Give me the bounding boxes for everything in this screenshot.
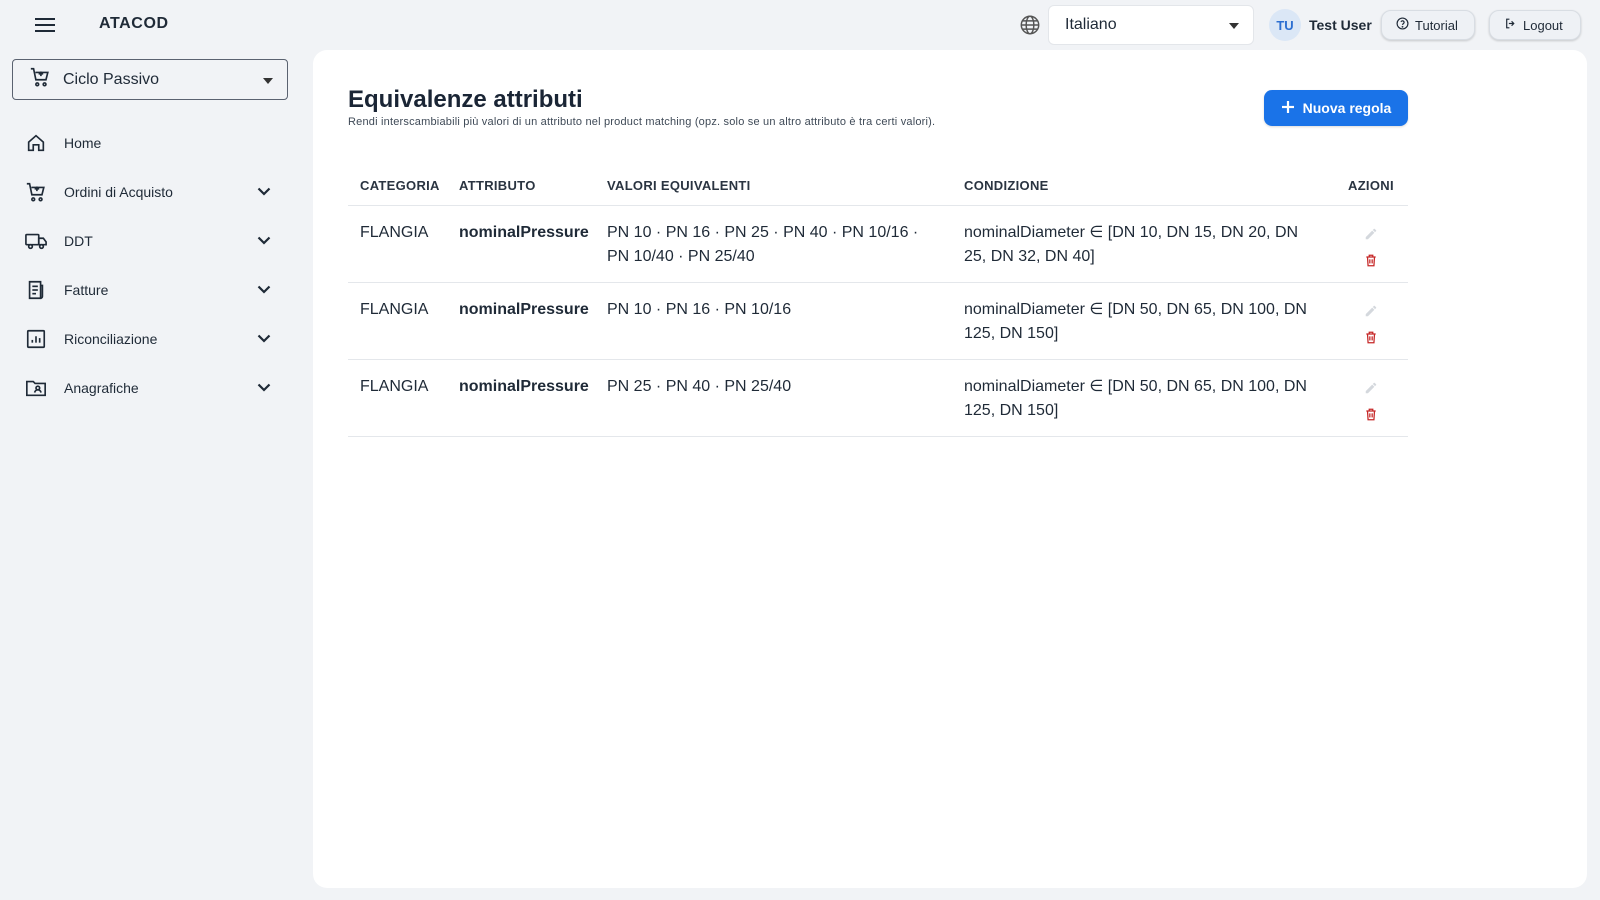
page-title: Equivalenze attributi bbox=[348, 86, 583, 113]
sidebar-item-label: Riconciliazione bbox=[64, 330, 158, 347]
chevron-down-icon[interactable] bbox=[255, 183, 273, 201]
cell-condition: nominalDiameter ∈ [DN 10, DN 15, DN 20, … bbox=[964, 224, 1299, 265]
help-circle-icon bbox=[1396, 17, 1409, 33]
chart-icon bbox=[24, 327, 48, 351]
page-subtitle: Rendi interscambiabili più valori di un … bbox=[348, 116, 936, 128]
dropdown-caret-icon bbox=[263, 78, 273, 84]
cell-condition: nominalDiameter ∈ [DN 50, DN 65, DN 100,… bbox=[964, 378, 1307, 419]
plus-icon bbox=[1281, 100, 1295, 117]
column-header-category: CATEGORIA bbox=[360, 178, 440, 193]
cell-attribute: nominalPressure bbox=[459, 224, 589, 241]
new-rule-label: Nuova regola bbox=[1302, 100, 1392, 116]
cell-values: PN 10 · PN 16 · PN 10/16 bbox=[607, 301, 792, 318]
edit-pencil-icon[interactable] bbox=[1362, 225, 1380, 243]
sidebar-item-home[interactable]: Home bbox=[0, 118, 300, 167]
logout-label: Logout bbox=[1523, 17, 1563, 33]
language-select-value: Italiano bbox=[1065, 16, 1117, 33]
cell-attribute: nominalPressure bbox=[459, 301, 589, 318]
sidebar-item-ordini-di-acquisto[interactable]: Ordini di Acquisto bbox=[0, 167, 300, 216]
delete-trash-icon[interactable] bbox=[1362, 328, 1380, 346]
cell-values: PN 10 · PN 16 · PN 25 · PN 40 · PN 10/16… bbox=[607, 224, 919, 265]
avatar[interactable]: TU bbox=[1269, 9, 1301, 41]
cell-values: PN 25 · PN 40 · PN 25/40 bbox=[607, 378, 792, 395]
cart-icon bbox=[24, 180, 48, 204]
app-title: ATACOD bbox=[99, 15, 169, 32]
receipt-icon bbox=[24, 278, 48, 302]
chevron-down-icon[interactable] bbox=[255, 281, 273, 299]
column-header-actions: AZIONI bbox=[1348, 178, 1394, 193]
chevron-down-icon[interactable] bbox=[255, 379, 273, 397]
cell-attribute: nominalPressure bbox=[459, 378, 589, 395]
delete-trash-icon[interactable] bbox=[1362, 251, 1380, 269]
edit-pencil-icon[interactable] bbox=[1362, 302, 1380, 320]
column-header-condition: CONDIZIONE bbox=[964, 178, 1049, 193]
home-icon bbox=[24, 131, 48, 155]
table-header: CATEGORIA ATTRIBUTO VALORI EQUIVALENTI C… bbox=[348, 166, 1408, 206]
edit-pencil-icon[interactable] bbox=[1362, 379, 1380, 397]
module-select[interactable]: Ciclo Passivo bbox=[12, 59, 288, 100]
new-rule-button[interactable]: Nuova regola bbox=[1264, 90, 1408, 126]
chevron-down-icon[interactable] bbox=[255, 330, 273, 348]
sidebar-item-label: Home bbox=[64, 134, 102, 151]
delete-trash-icon[interactable] bbox=[1362, 405, 1380, 423]
column-header-attribute: ATTRIBUTO bbox=[459, 178, 536, 193]
module-select-value: Ciclo Passivo bbox=[63, 70, 160, 88]
contact-folder-icon bbox=[24, 376, 48, 400]
sidebar-item-label: Ordini di Acquisto bbox=[64, 183, 173, 200]
sidebar-item-label: Anagrafiche bbox=[64, 379, 139, 396]
column-header-values: VALORI EQUIVALENTI bbox=[607, 178, 751, 193]
sidebar-item-riconciliazione[interactable]: Riconciliazione bbox=[0, 314, 300, 363]
logout-button[interactable]: Logout bbox=[1489, 10, 1581, 40]
tutorial-button[interactable]: Tutorial bbox=[1381, 10, 1475, 40]
user-name: Test User bbox=[1309, 17, 1372, 33]
sidebar-item-anagrafiche[interactable]: Anagrafiche bbox=[0, 363, 300, 412]
cell-condition: nominalDiameter ∈ [DN 50, DN 65, DN 100,… bbox=[964, 301, 1307, 342]
sidebar-item-ddt[interactable]: DDT bbox=[0, 216, 300, 265]
main-card: Equivalenze attributi Rendi interscambia… bbox=[313, 50, 1587, 888]
top-bar: ATACOD Italiano TU Test User Tutorial Lo… bbox=[0, 0, 1600, 50]
table-row: FLANGIA nominalPressure PN 10 · PN 16 · … bbox=[348, 206, 1408, 283]
chevron-down-icon[interactable] bbox=[255, 232, 273, 250]
logout-icon bbox=[1504, 17, 1517, 33]
cell-category: FLANGIA bbox=[360, 224, 429, 241]
globe-icon bbox=[1019, 14, 1041, 36]
table-row: FLANGIA nominalPressure PN 10 · PN 16 · … bbox=[348, 283, 1408, 360]
dropdown-caret-icon bbox=[1229, 23, 1239, 29]
language-select[interactable]: Italiano bbox=[1048, 5, 1254, 45]
sidebar-item-fatture[interactable]: Fatture bbox=[0, 265, 300, 314]
cart-icon bbox=[29, 66, 51, 93]
truck-icon bbox=[24, 229, 48, 253]
sidebar-item-label: DDT bbox=[64, 232, 93, 249]
table-row: FLANGIA nominalPressure PN 25 · PN 40 · … bbox=[348, 360, 1408, 437]
equivalences-table: CATEGORIA ATTRIBUTO VALORI EQUIVALENTI C… bbox=[348, 166, 1408, 437]
hamburger-menu-icon[interactable] bbox=[30, 13, 60, 37]
tutorial-label: Tutorial bbox=[1415, 17, 1458, 33]
cell-category: FLANGIA bbox=[360, 378, 429, 395]
sidebar-item-label: Fatture bbox=[64, 281, 109, 298]
cell-category: FLANGIA bbox=[360, 301, 429, 318]
sidebar-nav: Home Ordini di Acquisto DDT Fatture Rico… bbox=[0, 118, 300, 412]
